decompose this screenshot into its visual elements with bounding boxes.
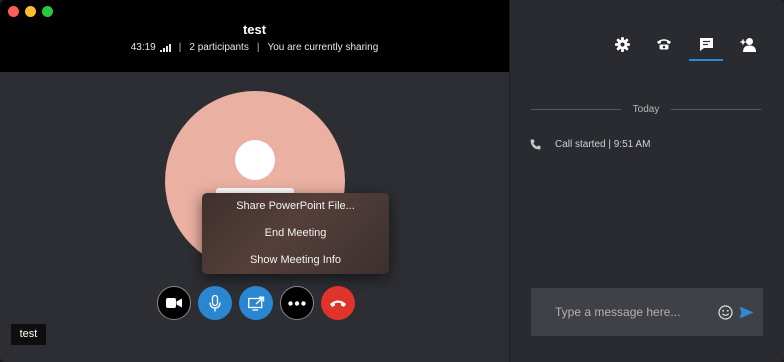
- more-options-menu: Share PowerPoint File... End Meeting Sho…: [202, 193, 389, 274]
- window-controls: [8, 6, 53, 17]
- send-button[interactable]: [739, 301, 754, 323]
- message-composer: [531, 288, 763, 336]
- tab-settings[interactable]: [610, 32, 634, 56]
- smiley-icon: [718, 304, 733, 320]
- video-toggle-button[interactable]: [157, 286, 191, 320]
- share-screen-icon: [247, 296, 264, 311]
- divider: [671, 109, 761, 110]
- zoom-window-button[interactable]: [42, 6, 53, 17]
- menu-item-show-meeting-info[interactable]: Show Meeting Info: [202, 247, 389, 274]
- more-options-button[interactable]: [280, 286, 314, 320]
- panel-tabs: [610, 32, 760, 61]
- day-separator: Today: [531, 104, 761, 115]
- call-event: Call started | 9:51 AM: [530, 139, 650, 150]
- tab-add-participant[interactable]: [736, 32, 760, 56]
- hang-up-icon: [330, 300, 346, 307]
- self-view-label: test: [11, 324, 46, 345]
- meeting-status: 43:19 | 2 participants | You are current…: [0, 42, 509, 53]
- avatar-silhouette-head: [235, 140, 275, 180]
- more-options-icon: [288, 300, 306, 306]
- video-camera-icon: [166, 298, 182, 308]
- phone-icon: [657, 39, 671, 50]
- divider: [531, 109, 621, 110]
- chat-icon: [699, 37, 713, 51]
- tab-calls[interactable]: [652, 32, 676, 56]
- participant-count[interactable]: 2 participants: [189, 42, 248, 53]
- chat-panel: Today Call started | 9:51 AM: [509, 0, 784, 362]
- microphone-icon: [209, 294, 221, 311]
- add-person-icon: [740, 37, 756, 52]
- gear-icon: [614, 36, 630, 52]
- close-window-button[interactable]: [8, 6, 19, 17]
- send-icon: [739, 306, 754, 318]
- hang-up-button[interactable]: [321, 286, 355, 320]
- status-separator: |: [256, 42, 260, 53]
- message-input[interactable]: [553, 304, 712, 320]
- day-label: Today: [632, 104, 660, 115]
- meeting-title: test: [242, 22, 267, 37]
- microphone-toggle-button[interactable]: [198, 286, 232, 320]
- menu-item-share-powerpoint[interactable]: Share PowerPoint File...: [202, 193, 389, 220]
- share-screen-button[interactable]: [239, 286, 273, 320]
- signal-strength-icon: [159, 43, 171, 52]
- call-event-text: Call started | 9:51 AM: [555, 139, 651, 150]
- tab-chat[interactable]: [689, 32, 723, 61]
- call-controls: [157, 286, 355, 320]
- minimize-window-button[interactable]: [25, 6, 36, 17]
- meeting-header: test 43:19 | 2 participants | You are cu…: [0, 0, 509, 72]
- meeting-window: test 43:19 | 2 participants | You are cu…: [0, 0, 784, 362]
- menu-item-end-meeting[interactable]: End Meeting: [202, 220, 389, 247]
- phone-handset-icon: [530, 139, 541, 150]
- status-separator: |: [178, 42, 182, 53]
- sharing-status: You are currently sharing: [267, 42, 379, 53]
- video-area: test 43:19 | 2 participants | You are cu…: [0, 0, 509, 362]
- meeting-duration: 43:19: [130, 42, 156, 53]
- emoji-button[interactable]: [718, 301, 733, 323]
